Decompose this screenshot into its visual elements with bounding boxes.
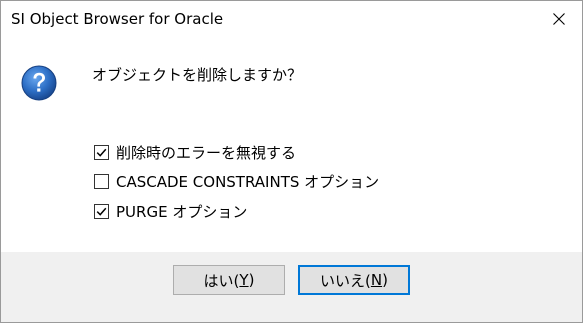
- title-bar: SI Object Browser for Oracle: [1, 1, 582, 37]
- option-ignore-errors[interactable]: 削除時のエラーを無視する: [94, 142, 296, 162]
- yes-accelerator: Y: [239, 271, 249, 289]
- no-button[interactable]: いいえ(N): [298, 265, 410, 295]
- checkmark-icon: [96, 207, 107, 216]
- no-accelerator: N: [370, 271, 383, 289]
- confirm-message: オブジェクトを削除しますか？: [92, 66, 303, 84]
- purge-label: PURGE オプション: [116, 202, 248, 221]
- ignore-errors-label: 削除時のエラーを無視する: [116, 143, 297, 162]
- yes-button-label: はい(: [203, 271, 240, 290]
- window-title: SI Object Browser for Oracle: [11, 10, 224, 28]
- option-purge[interactable]: PURGE オプション: [94, 201, 247, 221]
- yes-button[interactable]: はい(Y): [173, 265, 285, 295]
- cascade-constraints-checkbox[interactable]: [94, 173, 109, 189]
- purge-checkbox[interactable]: [94, 203, 109, 219]
- close-icon: [553, 13, 565, 25]
- dialog-content: オブジェクトを削除しますか？ 削除時のエラーを無視する CASCADE CONS…: [1, 37, 582, 252]
- checkmark-icon: [96, 148, 107, 157]
- close-button[interactable]: [536, 1, 582, 37]
- button-bar: はい(Y) いいえ(N): [1, 252, 582, 322]
- question-icon: [21, 65, 57, 101]
- ignore-errors-checkbox[interactable]: [94, 144, 109, 160]
- no-button-suffix: ): [382, 271, 388, 289]
- no-button-label: いいえ(: [320, 271, 371, 290]
- dialog-window: SI Object Browser for Oracle オブジェクトを削除しま…: [0, 0, 583, 323]
- yes-button-suffix: ): [248, 271, 255, 289]
- cascade-constraints-label: CASCADE CONSTRAINTS オプション: [116, 172, 380, 191]
- option-cascade-constraints[interactable]: CASCADE CONSTRAINTS オプション: [94, 171, 379, 191]
